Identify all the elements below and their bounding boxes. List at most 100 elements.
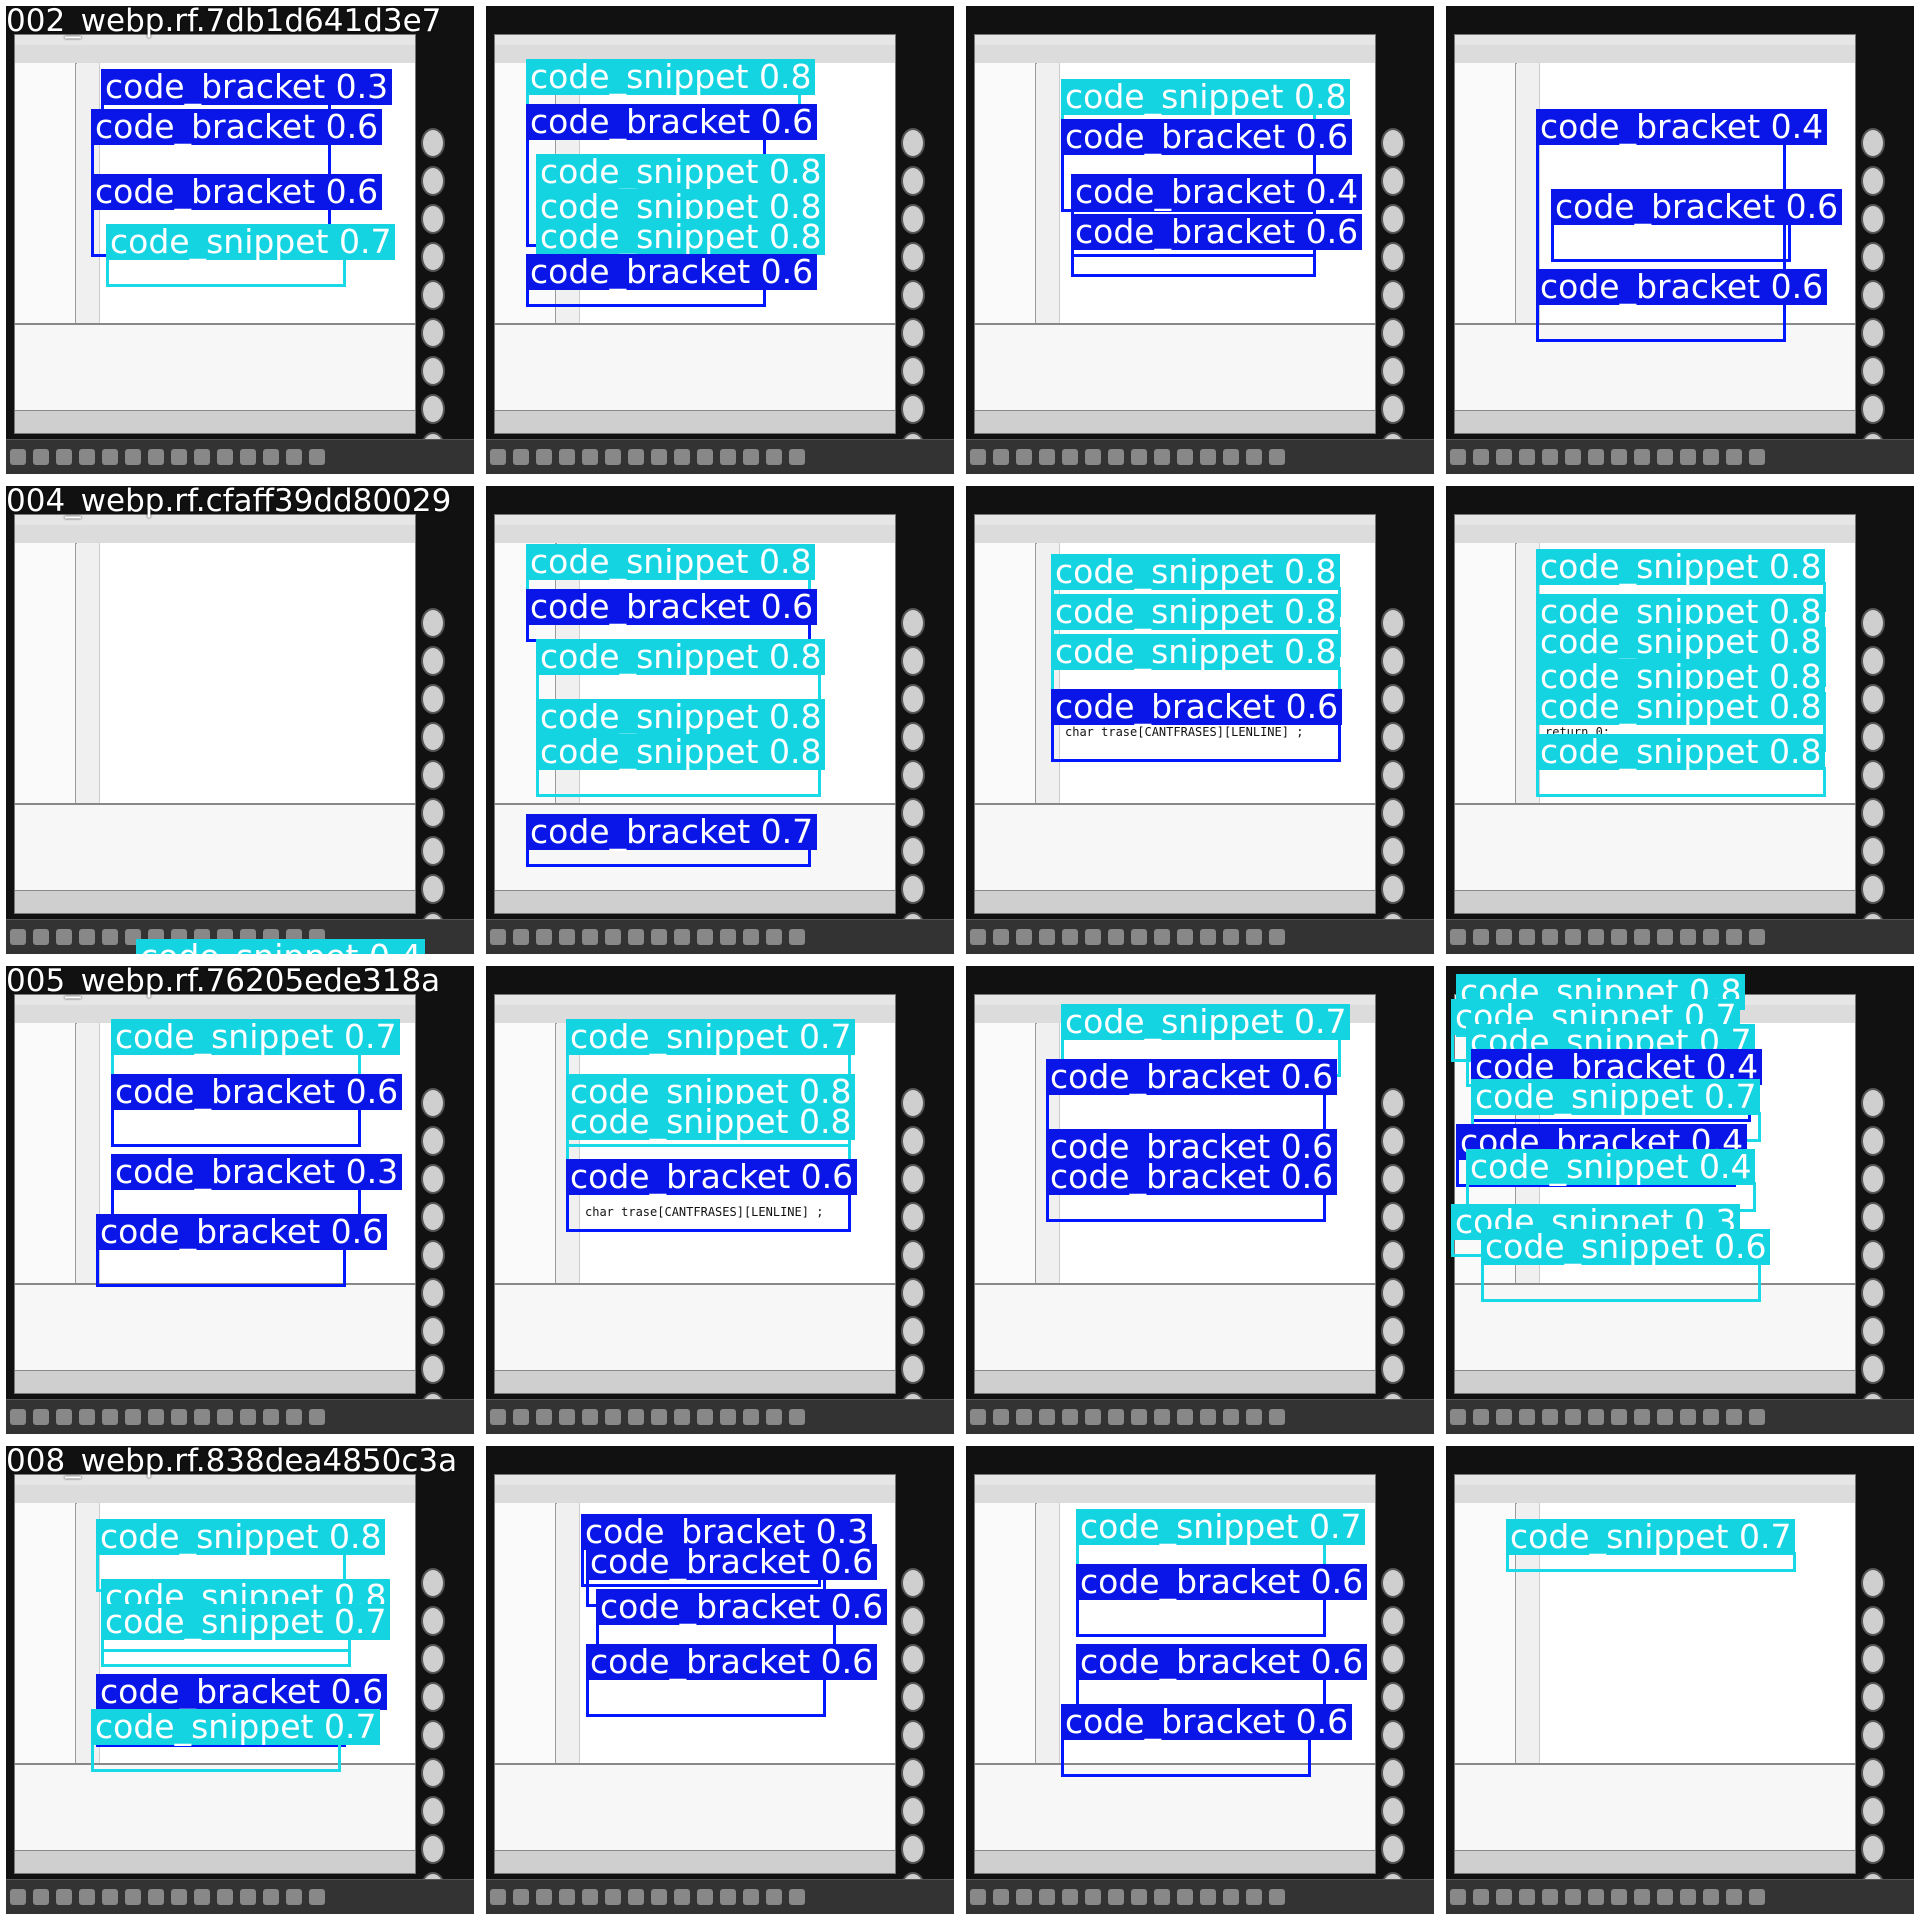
taskbar-app-icon <box>605 449 621 465</box>
participant-avatar-icon <box>901 394 925 424</box>
taskbar-app-icon <box>1749 449 1765 465</box>
os-taskbar <box>6 1879 474 1914</box>
taskbar-app-icon <box>513 1409 529 1425</box>
participant-avatar-icon <box>421 1316 445 1346</box>
taskbar-app-icon <box>1246 449 1262 465</box>
ide-project-panel <box>495 1503 556 1763</box>
taskbar-app-icon <box>766 929 782 945</box>
taskbar-app-icon <box>1542 1889 1558 1905</box>
taskbar-app-icon <box>1131 449 1147 465</box>
detection-label: code_bracket 0.4 <box>1536 109 1828 145</box>
taskbar-app-icon <box>720 449 736 465</box>
ide-statusbar <box>495 890 895 913</box>
taskbar-app-icon <box>1473 449 1489 465</box>
os-taskbar <box>1446 1399 1914 1434</box>
ide-window <box>14 514 416 914</box>
taskbar-app-icon <box>1749 1889 1765 1905</box>
taskbar-app-icon <box>993 1889 1009 1905</box>
taskbar-app-icon <box>1154 1889 1170 1905</box>
taskbar-app-icon <box>102 449 118 465</box>
code-snippet-detection-box: code_snippet 0.7 <box>91 1709 381 1772</box>
ide-logs-panel <box>495 1763 895 1851</box>
taskbar-app-icon <box>490 1409 506 1425</box>
participant-avatar-icon <box>421 1568 445 1598</box>
participant-avatar-icon <box>1861 280 1885 310</box>
taskbar-app-icon <box>1450 449 1466 465</box>
participant-avatar-icon <box>901 608 925 638</box>
taskbar-app-icon <box>628 1409 644 1425</box>
detection-label: code_snippet 0.4 <box>136 939 426 954</box>
participant-avatar-icon <box>901 1126 925 1156</box>
participant-avatar-icon <box>421 166 445 196</box>
taskbar-app-icon <box>79 1889 95 1905</box>
taskbar-app-icon <box>1200 1409 1216 1425</box>
detection-label: code_snippet 0.6 <box>1481 1229 1771 1265</box>
taskbar-app-icon <box>628 1889 644 1905</box>
taskbar-app-icon <box>56 929 72 945</box>
detection-label: code_snippet 0.8 <box>1536 624 1826 660</box>
taskbar-app-icon <box>605 1889 621 1905</box>
participant-avatar-icon <box>1381 1126 1405 1156</box>
line-gutter <box>1037 63 1060 323</box>
taskbar-app-icon <box>789 1409 805 1425</box>
ide-logs-panel <box>975 1283 1375 1371</box>
detection-label: code_snippet 0.8 <box>1051 554 1341 590</box>
taskbar-app-icon <box>148 1409 164 1425</box>
ide-statusbar <box>1455 890 1855 913</box>
taskbar-app-icon <box>309 449 325 465</box>
participant-avatar-icon <box>901 204 925 234</box>
taskbar-app-icon <box>1039 1889 1055 1905</box>
ide-statusbar <box>15 410 415 433</box>
os-taskbar <box>486 919 954 954</box>
ide-logs-panel <box>15 803 415 891</box>
taskbar-app-icon <box>1634 449 1650 465</box>
participant-avatar-icon <box>1861 1758 1885 1788</box>
participant-avatar-icon <box>421 1088 445 1118</box>
taskbar-app-icon <box>1108 1409 1124 1425</box>
participant-avatar-icon <box>901 798 925 828</box>
taskbar-app-icon <box>697 1409 713 1425</box>
participant-avatar-icon <box>1381 1758 1405 1788</box>
detection-label: code_bracket 0.6 <box>526 589 818 625</box>
taskbar-app-icon <box>240 1409 256 1425</box>
ide-statusbar <box>495 1850 895 1873</box>
video-call-gallery <box>1860 1086 1910 1434</box>
taskbar-app-icon <box>582 929 598 945</box>
mosaic-cell: char trase[CANTFRASES][LENLINE] ; code_sn… <box>480 960 960 1440</box>
line-gutter <box>557 1503 580 1763</box>
detection-label: code_bracket 0.6 <box>96 1214 388 1250</box>
ide-project-panel <box>975 1023 1036 1283</box>
taskbar-app-icon <box>1039 929 1055 945</box>
taskbar-app-icon <box>674 449 690 465</box>
taskbar-app-icon <box>1588 1889 1604 1905</box>
taskbar-app-icon <box>1154 1409 1170 1425</box>
ide-logs-panel <box>975 803 1375 891</box>
participant-avatar-icon <box>1861 1088 1885 1118</box>
detection-label: code_bracket 0.7 <box>526 814 818 850</box>
detection-label: code_snippet 0.8 <box>536 734 826 770</box>
participant-avatar-icon <box>421 646 445 676</box>
taskbar-app-icon <box>56 1409 72 1425</box>
participant-avatar-icon <box>901 722 925 752</box>
taskbar-app-icon <box>1680 449 1696 465</box>
taskbar-app-icon <box>490 449 506 465</box>
taskbar-app-icon <box>1611 449 1627 465</box>
taskbar-app-icon <box>605 1409 621 1425</box>
detection-label: code_snippet 0.7 <box>106 224 396 260</box>
code-bracket-detection-box: code_bracket 0.6 <box>1076 1564 1368 1637</box>
participant-avatar-icon <box>1381 798 1405 828</box>
detection-label: code_snippet 0.8 <box>1061 79 1351 115</box>
video-call-gallery <box>900 1086 950 1434</box>
video-call-gallery <box>900 606 950 954</box>
taskbar-app-icon <box>1634 1409 1650 1425</box>
taskbar-app-icon <box>720 1409 736 1425</box>
taskbar-app-icon <box>582 1889 598 1905</box>
taskbar-app-icon <box>536 1409 552 1425</box>
participant-avatar-icon <box>901 128 925 158</box>
taskbar-app-icon <box>1131 929 1147 945</box>
taskbar-app-icon <box>171 1409 187 1425</box>
mosaic-cell: code_bracket 0.4 code_bracket 0.6 code_bra… <box>1440 0 1920 480</box>
taskbar-app-icon <box>1588 449 1604 465</box>
video-call-gallery <box>900 126 950 474</box>
taskbar-app-icon <box>240 449 256 465</box>
